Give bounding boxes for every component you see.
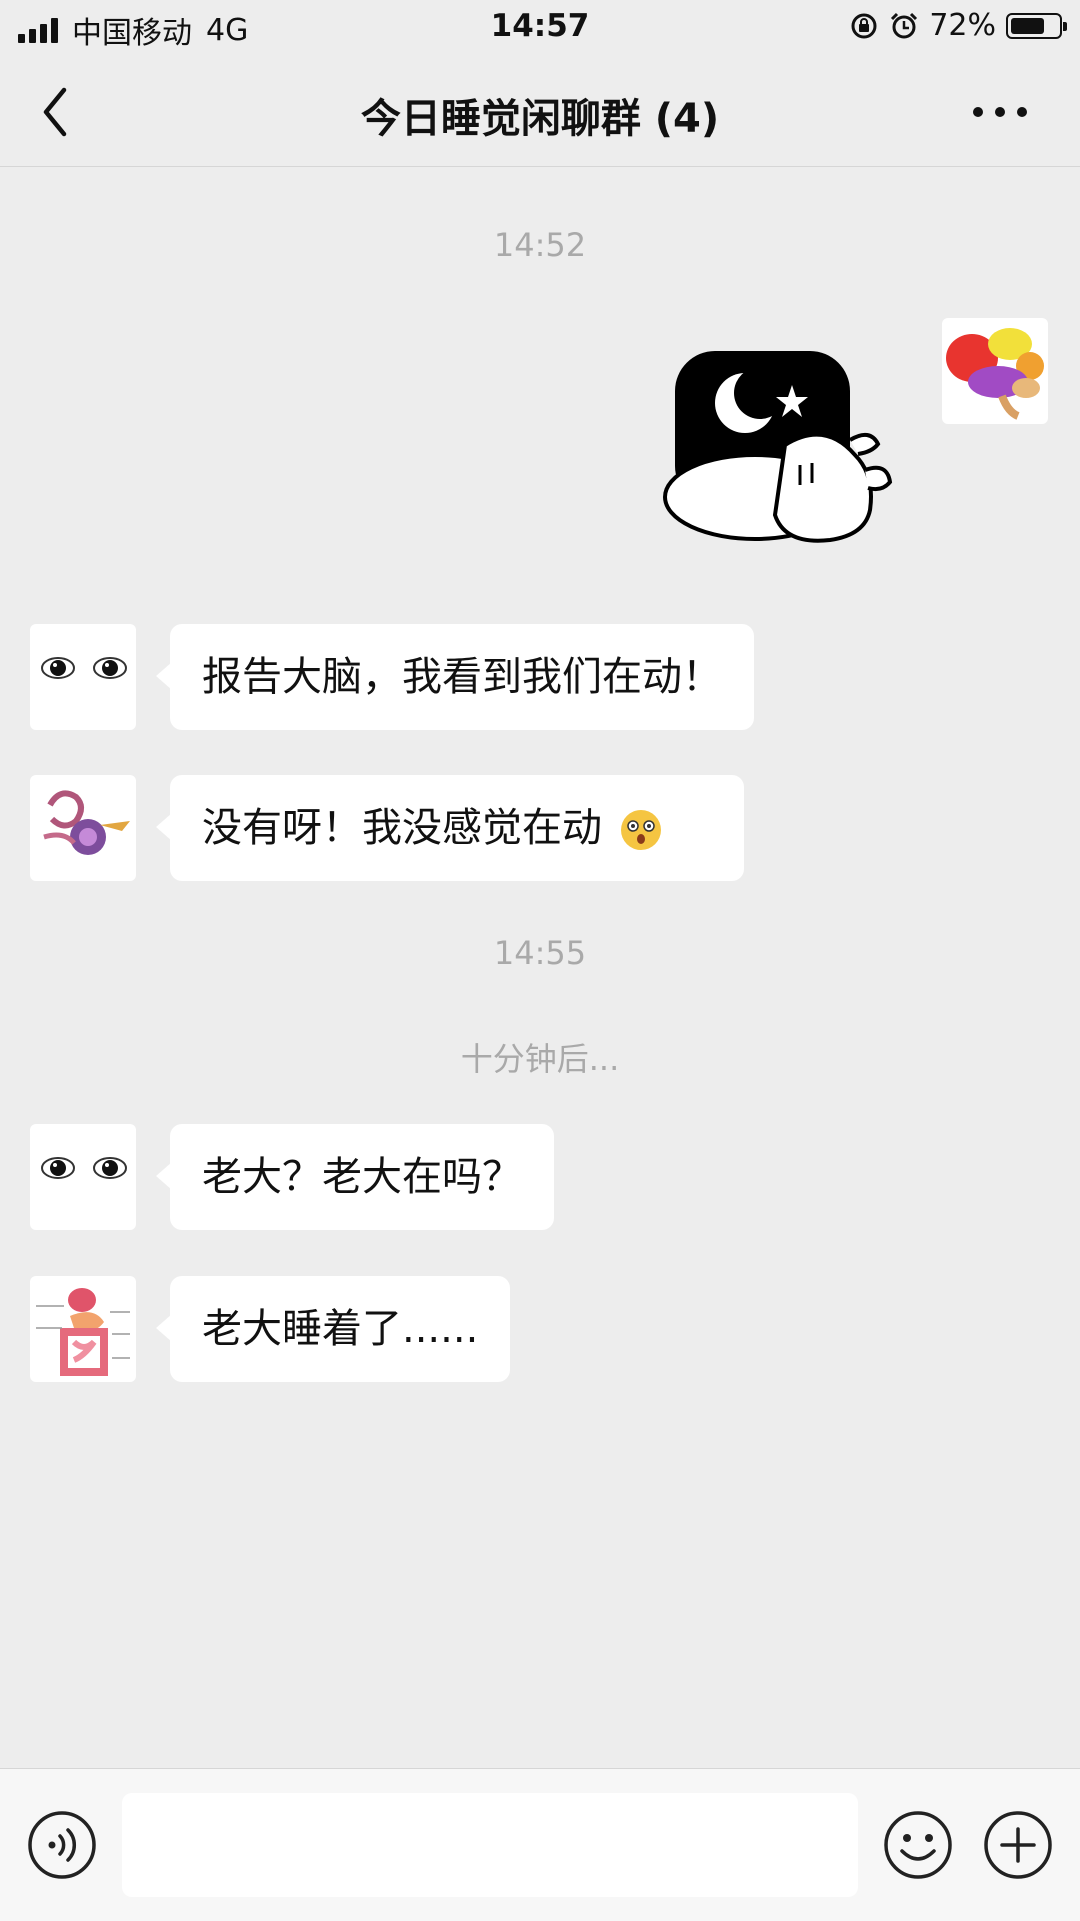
status-bar: 中国移动 4G 14:57 72% [0, 0, 1080, 56]
message-bubble[interactable]: 报告大脑，我看到我们在动！ [156, 624, 754, 730]
status-right: 72% [849, 8, 1067, 43]
sleeping-sticker[interactable] [660, 345, 910, 550]
avatar-eyes[interactable] [30, 624, 136, 730]
digestive-system-icon [36, 1288, 130, 1376]
nav-bar: 今日睡觉闲聊群 (4) [0, 56, 1080, 167]
dizzy-face-emoji-icon [620, 810, 661, 850]
timestamp: 14:55 [493, 934, 587, 972]
more-icon[interactable] [960, 82, 1040, 142]
message-bubble[interactable]: 老大睡着了...... [155, 1276, 511, 1382]
plus-icon[interactable] [982, 1809, 1054, 1881]
message-bubble[interactable]: 没有呀！我没感觉在动 [156, 775, 744, 881]
ear-icon [43, 790, 130, 855]
avatar-eyes[interactable] [30, 1124, 136, 1230]
brain-icon [946, 328, 1044, 420]
eyes-icon [41, 657, 127, 679]
emoji-icon[interactable] [882, 1809, 954, 1881]
battery-icon [1006, 12, 1067, 39]
message-bubble[interactable]: 老大？老大在吗？ [156, 1124, 554, 1230]
message-text: 没有呀！我没感觉在动 [202, 805, 602, 851]
eyes-icon [41, 1157, 127, 1179]
avatar-brain[interactable] [942, 318, 1048, 424]
timestamp: 14:52 [493, 226, 587, 264]
rotation-lock-icon [851, 13, 877, 38]
chat-title: 今日睡觉闲聊群 (4) [360, 96, 720, 142]
message-input[interactable] [122, 1793, 858, 1897]
avatar-stomach[interactable] [30, 1276, 136, 1382]
battery-percent: 72% [929, 8, 996, 43]
alarm-icon [891, 12, 918, 38]
system-note: 十分钟后... [460, 1040, 620, 1078]
input-bar [0, 1768, 1080, 1921]
avatar-ear[interactable] [30, 775, 136, 881]
voice-icon[interactable] [26, 1809, 98, 1881]
